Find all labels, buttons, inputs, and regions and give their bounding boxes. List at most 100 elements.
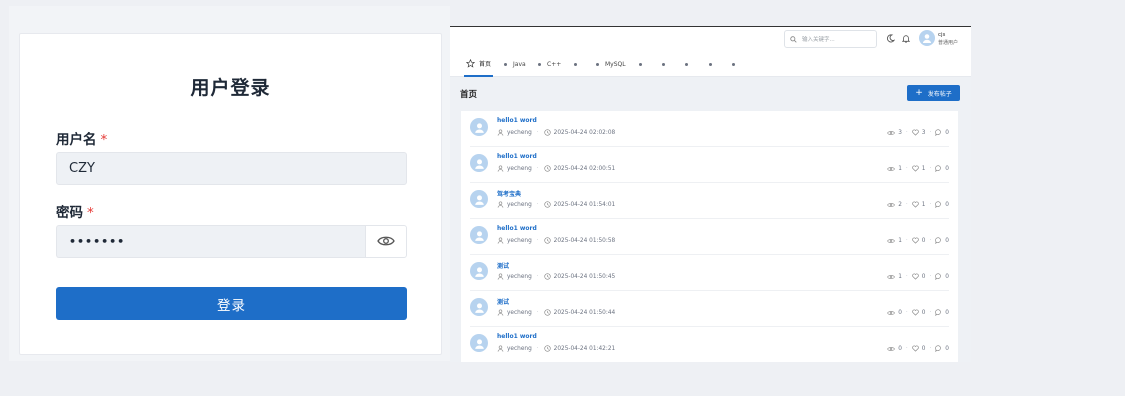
- password-value: •••••••: [69, 235, 126, 248]
- separator: ·: [905, 201, 908, 208]
- post-time: 2025-04-24 02:02:08: [553, 129, 616, 136]
- post-title[interactable]: 驾考宝典: [497, 189, 521, 198]
- required-mark: *: [87, 205, 94, 221]
- user-icon: [497, 165, 504, 172]
- author-avatar: [470, 298, 488, 316]
- comment-icon[interactable]: [935, 129, 942, 136]
- comment-icon[interactable]: [935, 345, 942, 352]
- tab-category[interactable]: [639, 52, 648, 77]
- separator: ·: [536, 273, 539, 280]
- tab-cpp[interactable]: C++: [538, 52, 561, 77]
- tab-label: C++: [547, 61, 562, 68]
- post-meta: yecheng · 2025-04-24 02:00:51: [497, 165, 615, 172]
- comment-icon[interactable]: [935, 237, 942, 244]
- post-item[interactable]: 驾考宝典 yecheng · 2025-04-24 01:54:01 2 · 1…: [470, 183, 949, 219]
- post-author[interactable]: yecheng: [507, 274, 532, 280]
- post-title[interactable]: hello1 word: [497, 333, 537, 340]
- tab-category[interactable]: [685, 52, 694, 77]
- post-item[interactable]: hello1 word yecheng · 2025-04-24 01:42:2…: [470, 327, 949, 362]
- view-count: 1: [898, 165, 902, 172]
- tab-category[interactable]: [574, 52, 583, 77]
- separator: ·: [905, 309, 908, 316]
- separator: ·: [905, 237, 908, 244]
- post-meta: yecheng · 2025-04-24 01:50:44: [497, 309, 615, 316]
- view-count: 0: [898, 309, 902, 316]
- search-input[interactable]: 输入关键字...: [784, 30, 877, 48]
- tab-home[interactable]: 首页: [464, 52, 494, 77]
- post-author[interactable]: yecheng: [507, 238, 532, 244]
- user-avatar[interactable]: [919, 30, 935, 46]
- password-label: 密码 *: [56, 201, 94, 221]
- post-item[interactable]: hello1 word yecheng · 2025-04-24 02:00:5…: [470, 147, 949, 183]
- separator: ·: [929, 345, 932, 352]
- tab-mysql[interactable]: MySQL: [596, 52, 626, 77]
- heart-icon[interactable]: [911, 237, 919, 244]
- toggle-password-button[interactable]: [365, 225, 407, 258]
- password-label-text: 密码: [56, 205, 83, 221]
- clock-icon: [544, 237, 551, 244]
- like-count: 0: [921, 309, 926, 316]
- post-item[interactable]: hello1 word yecheng · 2025-04-24 01:50:5…: [470, 219, 949, 255]
- username-label: 用户名 *: [56, 128, 107, 148]
- post-title[interactable]: hello1 word: [497, 153, 537, 160]
- heart-icon[interactable]: [911, 165, 919, 172]
- comment-count: 0: [945, 129, 949, 136]
- heart-icon[interactable]: [911, 309, 919, 316]
- comment-icon[interactable]: [935, 273, 942, 280]
- post-author[interactable]: yecheng: [507, 166, 532, 172]
- create-post-button[interactable]: + 发布帖子: [907, 85, 960, 101]
- username-value: CZY: [69, 161, 95, 176]
- post-stats: 1 · 0 · 0: [887, 273, 949, 280]
- separator: ·: [536, 237, 539, 244]
- separator: ·: [929, 165, 932, 172]
- separator: ·: [905, 345, 908, 352]
- password-input[interactable]: •••••••: [56, 225, 366, 258]
- dark-mode-moon-icon[interactable]: [886, 34, 895, 43]
- username-input[interactable]: CZY: [56, 152, 407, 185]
- post-stats: 3 · 3 · 0: [887, 129, 949, 136]
- post-title[interactable]: hello1 word: [497, 225, 537, 232]
- dot-icon: [662, 63, 665, 66]
- eye-icon: [887, 130, 896, 136]
- comment-count: 0: [945, 345, 949, 352]
- comment-icon[interactable]: [935, 165, 942, 172]
- tab-category[interactable]: [732, 52, 741, 77]
- view-count: 1: [898, 237, 902, 244]
- login-button[interactable]: 登录: [56, 287, 407, 320]
- user-name: cjs: [938, 32, 946, 38]
- dot-icon: [732, 63, 735, 66]
- post-item[interactable]: hello1 word yecheng · 2025-04-24 02:02:0…: [470, 111, 949, 147]
- comment-count: 0: [945, 237, 949, 244]
- post-title[interactable]: 测试: [497, 261, 509, 270]
- user-icon: [497, 237, 504, 244]
- bell-icon[interactable]: [902, 34, 910, 43]
- post-author[interactable]: yecheng: [507, 202, 532, 208]
- heart-icon[interactable]: [911, 273, 919, 280]
- post-author[interactable]: yecheng: [507, 310, 532, 316]
- separator: ·: [536, 129, 539, 136]
- post-title[interactable]: hello1 word: [497, 117, 537, 124]
- tab-category[interactable]: [662, 52, 671, 77]
- comment-count: 0: [945, 273, 949, 280]
- post-author[interactable]: yecheng: [507, 346, 532, 352]
- post-item[interactable]: 测试 yecheng · 2025-04-24 01:50:45 1 · 0 ·…: [470, 255, 949, 291]
- heart-icon[interactable]: [911, 129, 919, 136]
- heart-icon[interactable]: [911, 345, 919, 352]
- author-avatar: [470, 118, 488, 136]
- post-item[interactable]: 测试 yecheng · 2025-04-24 01:50:44 0 · 0 ·…: [470, 291, 949, 327]
- post-stats: 0 · 0 · 0: [887, 309, 949, 316]
- heart-icon[interactable]: [911, 201, 919, 208]
- tab-category[interactable]: [709, 52, 718, 77]
- comment-icon[interactable]: [935, 309, 942, 316]
- comment-icon[interactable]: [935, 201, 942, 208]
- search-placeholder: 输入关键字...: [802, 37, 835, 43]
- post-meta: yecheng · 2025-04-24 01:54:01: [497, 201, 615, 208]
- eye-icon: [887, 202, 896, 208]
- separator: ·: [929, 237, 932, 244]
- tab-java[interactable]: Java: [504, 52, 526, 77]
- post-author[interactable]: yecheng: [507, 130, 532, 136]
- author-avatar: [470, 154, 488, 172]
- clock-icon: [544, 201, 551, 208]
- post-title[interactable]: 测试: [497, 297, 509, 306]
- separator: ·: [536, 165, 539, 172]
